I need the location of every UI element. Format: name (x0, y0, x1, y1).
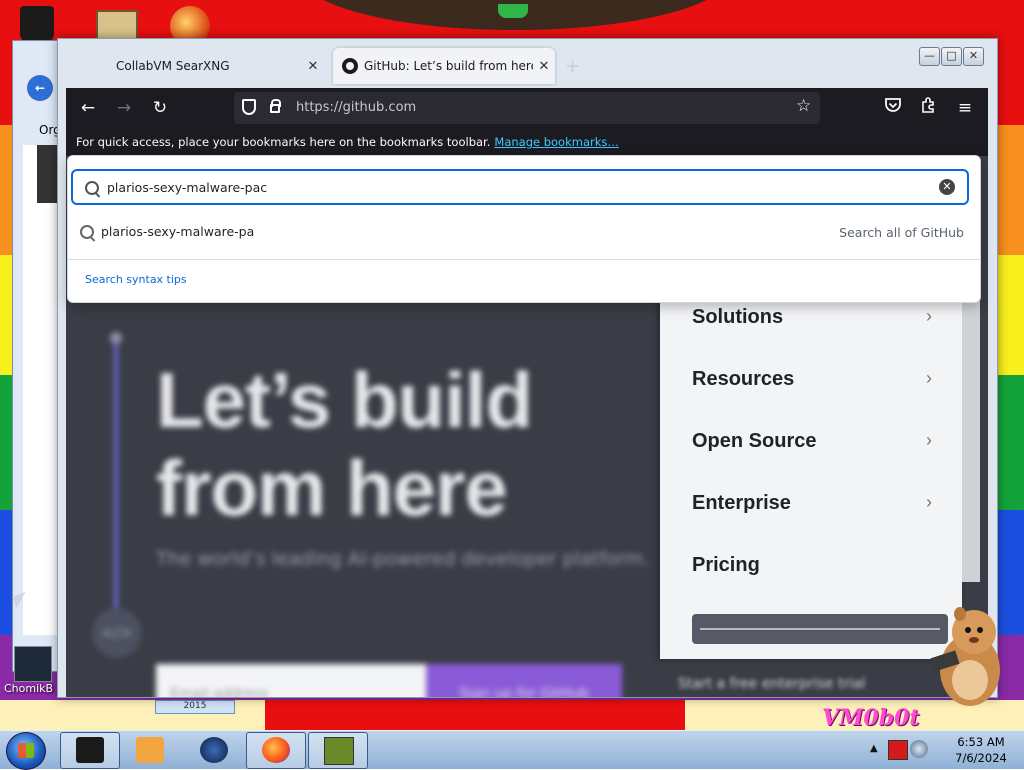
minimize-button[interactable]: — (919, 47, 940, 66)
wallpaper-green-shape (498, 4, 528, 18)
reload-icon[interactable]: ↻ (148, 96, 172, 120)
taskbar-item-firefox[interactable] (246, 732, 306, 769)
desktop-icon-chomik[interactable] (14, 646, 52, 682)
nav-search-bar[interactable] (692, 614, 948, 644)
hamster-mascot-icon (930, 607, 1000, 706)
forward-arrow-icon[interactable]: → (112, 96, 136, 120)
hero-timeline-line (114, 336, 118, 616)
new-tab-button[interactable]: + (565, 56, 580, 77)
back-arrow-icon[interactable]: ← (76, 96, 100, 120)
back-arrow-icon[interactable]: ← (27, 75, 53, 101)
bookmarks-toolbar: For quick access, place your bookmarks h… (66, 128, 988, 156)
nav-item-solutions[interactable]: Solutions › (692, 306, 932, 336)
code-icon: </> (92, 608, 142, 658)
email-input[interactable]: Email address (156, 664, 426, 697)
search-icon (80, 225, 94, 239)
hero-title-line-2: from here (156, 444, 508, 532)
show-hidden-icons-arrow-icon[interactable]: ▲ (870, 743, 878, 754)
hero-timeline-dot (110, 332, 122, 344)
divider (68, 259, 980, 260)
vmobot-watermark: VM0b0t (822, 705, 920, 731)
maximize-button[interactable]: □ (941, 47, 962, 66)
nav-item-open-source[interactable]: Open Source › (692, 430, 932, 460)
wallpaper-bottom-red (265, 700, 685, 730)
tab-title: GitHub: Let’s build from here · G (364, 59, 533, 73)
suggestion-text: plarios-sexy-malware-pa (101, 224, 255, 239)
pocket-icon[interactable] (881, 96, 905, 120)
tab-collabvm-searxng[interactable]: CollabVM SearXNG ✕ (68, 48, 324, 84)
system-tray: ▲ 6:53 AM 7/6/2024 (864, 731, 1024, 769)
chevron-right-icon: › (926, 306, 932, 326)
nav-item-label: Solutions (692, 306, 784, 328)
chevron-right-icon: › (926, 430, 932, 450)
box-app-icon (324, 737, 354, 765)
explorer-icon (76, 737, 104, 763)
mobile-nav-menu: Solutions › Resources › Open Source › En… (660, 292, 962, 659)
clear-search-button[interactable]: ✕ (939, 179, 955, 195)
tray-app-icon[interactable] (888, 740, 908, 760)
suggestion-scope: Search all of GitHub (839, 225, 964, 240)
nav-item-label: Resources (692, 368, 795, 390)
search-icon (85, 181, 99, 195)
navigation-toolbar: ← → ↻ https://github.com ☆ ≡ (66, 88, 988, 128)
network-icon[interactable] (910, 740, 928, 758)
hero-title-line-1: Let’s build (156, 356, 533, 444)
signup-button[interactable]: Sign up for GitHub (426, 664, 622, 697)
tracking-protection-shield-icon[interactable] (242, 99, 256, 115)
taskbar-item-box[interactable] (308, 732, 368, 769)
extensions-puzzle-icon[interactable] (917, 96, 941, 120)
background-window-fragment: 2015 (155, 700, 235, 714)
taskbar-item-media-player[interactable] (120, 732, 180, 769)
hero-subtitle: The world’s leading AI-powered developer… (156, 548, 650, 570)
bookmark-star-icon[interactable]: ☆ (796, 96, 811, 116)
hero-title: Let’s build from here (156, 356, 533, 532)
clock-time: 6:53 AM (957, 735, 1005, 749)
search-input-container[interactable]: ✕ (71, 169, 969, 205)
search-input[interactable] (107, 178, 927, 196)
firefox-icon (262, 737, 290, 763)
nav-scrollbar[interactable] (962, 292, 980, 582)
tab-close-icon[interactable]: ✕ (533, 59, 555, 74)
taskbar-item-explorer[interactable] (60, 732, 120, 769)
lock-icon[interactable] (270, 99, 281, 113)
desktop-icon-chomik-label: ChomikB (4, 682, 54, 695)
search-syntax-tips-link[interactable]: Search syntax tips (85, 273, 187, 286)
tab-strip: CollabVM SearXNG ✕ GitHub: Let’s build f… (58, 39, 997, 88)
tab-github[interactable]: GitHub: Let’s build from here · G ✕ (333, 48, 555, 84)
bookmarks-hint: For quick access, place your bookmarks h… (76, 135, 491, 149)
taskbar: ▲ 6:53 AM 7/6/2024 (0, 730, 1024, 770)
address-bar[interactable]: https://github.com ☆ (234, 92, 820, 124)
search-suggestion[interactable]: plarios-sexy-malware-pa Search all of Gi… (68, 214, 980, 254)
nav-item-enterprise[interactable]: Enterprise › (692, 492, 932, 522)
hero-section: Let’s build from here The world’s leadin… (66, 306, 656, 697)
nav-item-pricing[interactable]: Pricing (692, 554, 932, 584)
nav-item-resources[interactable]: Resources › (692, 368, 932, 398)
chevron-right-icon: › (926, 368, 932, 388)
url-text[interactable]: https://github.com (296, 100, 416, 115)
hamburger-menu-icon[interactable]: ≡ (953, 96, 977, 120)
chevron-right-icon: › (926, 492, 932, 512)
tab-title: CollabVM SearXNG (116, 59, 230, 73)
system-clock[interactable]: 6:53 AM 7/6/2024 (944, 734, 1018, 766)
media-player-icon (136, 737, 164, 763)
tab-close-icon[interactable]: ✕ (302, 59, 324, 74)
close-window-button[interactable]: ✕ (963, 47, 984, 66)
nav-item-label: Open Source (692, 430, 817, 452)
clock-date: 7/6/2024 (955, 751, 1007, 765)
nav-item-label: Pricing (692, 554, 760, 576)
manage-bookmarks-link[interactable]: Manage bookmarks… (494, 135, 619, 149)
taskbar-item-globe[interactable] (184, 732, 244, 769)
firefox-window[interactable]: CollabVM SearXNG ✕ GitHub: Let’s build f… (57, 38, 998, 698)
desktop-icon-bin[interactable] (20, 6, 54, 42)
enterprise-trial-button[interactable]: Start a free enterprise trial (664, 664, 918, 697)
start-button[interactable] (6, 732, 46, 770)
globe-icon (200, 737, 228, 763)
nav-item-label: Enterprise (692, 492, 791, 514)
github-search-dialog: ✕ plarios-sexy-malware-pa Search all of … (67, 155, 981, 303)
github-logo-icon (342, 58, 358, 74)
